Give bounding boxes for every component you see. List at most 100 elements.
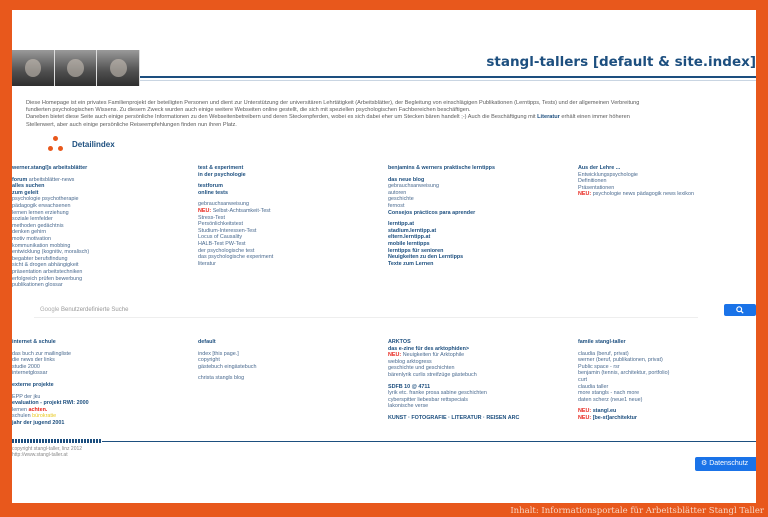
search-input[interactable]: Google Benutzerdefinierte Suche bbox=[34, 302, 698, 318]
list-item[interactable]: SDFB 10 @ 4711 bbox=[388, 384, 568, 391]
list-item[interactable]: pädagogik erwachsenen bbox=[12, 203, 162, 210]
web-page: stangl-tallers [default & site.index] Di… bbox=[12, 10, 756, 503]
new-badge: NEU: bbox=[388, 352, 402, 359]
list-item[interactable]: copyright bbox=[198, 357, 358, 364]
list-item[interactable]: Texte zum Lernen bbox=[388, 261, 568, 268]
list-item[interactable]: bärenlyrik curlis streifzüge gästebuch bbox=[388, 372, 568, 379]
title-rule-thin bbox=[140, 80, 756, 81]
list-item[interactable]: benjamin (tennis, architektur, portfolio… bbox=[578, 370, 756, 377]
list-item[interactable]: mobile lerntipps bbox=[388, 241, 568, 248]
list-item[interactable]: Locus of Causality bbox=[198, 234, 358, 241]
site-title: stangl-tallers [default & site.index] bbox=[486, 54, 756, 70]
list-item[interactable]: erfolgreich prüfen bewerbung bbox=[12, 276, 162, 283]
testforum-link[interactable]: testforum bbox=[198, 183, 358, 190]
list-item[interactable]: Präsentationen bbox=[578, 185, 756, 192]
list-item[interactable]: lyrik etc. franke prosa sabine geschicht… bbox=[388, 390, 568, 397]
column-heading[interactable]: werner.stangl]s arbeitsblätter bbox=[12, 165, 162, 172]
list-item[interactable]: präsentation arbeitstechniken bbox=[12, 269, 162, 276]
list-item[interactable]: Public space - rsr bbox=[578, 364, 756, 371]
list-item[interactable]: werner (beruf, publikationen, privat) bbox=[578, 357, 756, 364]
list-item[interactable]: sicht & drogen abhängigkeit bbox=[12, 262, 162, 269]
list-item[interactable]: EPP der jku bbox=[12, 394, 162, 401]
literatur-link[interactable]: Literatur bbox=[537, 114, 560, 120]
list-item[interactable]: Selbst-Achtsamkeit-Test bbox=[213, 208, 271, 214]
list-item[interactable]: eltern.lerntipp.at bbox=[388, 234, 568, 241]
list-item[interactable]: Neuigkeiten zu den Lerntipps bbox=[388, 254, 568, 261]
list-item[interactable]: curt bbox=[578, 377, 756, 384]
list-item[interactable]: gebrauchsanweisung bbox=[198, 201, 358, 208]
column-internet-schule: internet & schule das buch zur mailingli… bbox=[12, 339, 162, 427]
list-item[interactable]: claudia (beruf, privat) bbox=[578, 351, 756, 358]
arts-links[interactable]: KUNST · FOTOGRAFIE · LITERATUR · REISEN … bbox=[388, 415, 568, 422]
list-item[interactable]: autoren bbox=[388, 190, 568, 197]
list-item[interactable]: more stangls - nach more bbox=[578, 390, 756, 397]
column-heading[interactable]: ARKTOS bbox=[388, 339, 568, 346]
list-item[interactable]: das psychologische experiment bbox=[198, 254, 358, 261]
custom-search: Google Benutzerdefinierte Suche bbox=[34, 302, 756, 318]
list-item[interactable]: das buch zur mailingliste bbox=[12, 351, 162, 358]
list-item[interactable]: psychologie psychotherapie bbox=[12, 196, 162, 203]
list-item[interactable]: cyberspitter liebesbar rettspecials bbox=[388, 397, 568, 404]
header-portrait-photo bbox=[12, 50, 141, 86]
list-item[interactable]: jahr der jugend 2001 bbox=[12, 420, 162, 427]
list-item[interactable]: evaluation - projekt RWI: 2000 bbox=[12, 400, 162, 407]
list-item[interactable]: denken gehirn bbox=[12, 229, 162, 236]
list-item[interactable]: daten scherz (neue1 neue) bbox=[578, 397, 756, 404]
list-item[interactable]: motiv motivation bbox=[12, 236, 162, 243]
search-button[interactable] bbox=[724, 304, 756, 316]
column-arktos: ARKTOS das e-zine für des arktophiden> N… bbox=[388, 339, 568, 422]
list-item[interactable]: christa stangls blog bbox=[198, 375, 358, 382]
list-item[interactable]: soziale lernfelder bbox=[12, 216, 162, 223]
new-badge: NEU: bbox=[578, 408, 592, 415]
list-item[interactable]: lerntipp.at bbox=[388, 221, 568, 228]
list-item[interactable]: die news der links bbox=[12, 357, 162, 364]
network-icon bbox=[48, 136, 64, 152]
list-item[interactable]: Studium-Interessen-Test bbox=[198, 228, 358, 235]
list-item[interactable]: publikationen glossar bbox=[12, 282, 162, 289]
list-item[interactable]: Entwicklungspsychologie bbox=[578, 172, 756, 179]
list-item[interactable]: begabter berufsfindung bbox=[12, 256, 162, 263]
list-item[interactable]: Neuigkeiten für Arktophile bbox=[403, 352, 464, 358]
detailindex-header: Detailindex bbox=[48, 136, 115, 152]
list-item[interactable]: lakonische verse bbox=[388, 403, 568, 410]
google-brand: Google bbox=[40, 307, 60, 313]
column-arbeitsblaetter: werner.stangl]s arbeitsblätter forum arb… bbox=[12, 165, 162, 289]
online-tests-link[interactable]: online tests bbox=[198, 190, 358, 197]
list-item[interactable]: geschichte und geschichten bbox=[388, 365, 568, 372]
consejos-link[interactable]: Consejos prácticos para aprender bbox=[388, 210, 568, 217]
list-item[interactable]: stadium.lerntipp.at bbox=[388, 228, 568, 235]
list-item[interactable]: literatur bbox=[198, 261, 358, 268]
list-item[interactable]: methoden gedächtnis bbox=[12, 223, 162, 230]
list-item[interactable]: index [this page.] bbox=[198, 351, 358, 358]
list-item[interactable]: gebrauchsanweisung bbox=[388, 183, 568, 190]
column-heading[interactable]: benjamins & werners praktische lerntipps bbox=[388, 165, 568, 172]
list-item[interactable]: weblog arktogress bbox=[388, 359, 568, 366]
list-item[interactable]: [be-st]architektur bbox=[593, 415, 637, 421]
list-item[interactable]: entwicklung (kognitiv, moralisch) bbox=[12, 249, 162, 256]
privacy-button[interactable]: ⚙ Datenschutz bbox=[695, 457, 756, 471]
list-item[interactable]: fernost bbox=[388, 203, 568, 210]
footer-rule-line bbox=[102, 441, 756, 442]
list-item[interactable]: stangl.eu bbox=[593, 408, 617, 414]
list-item[interactable]: studie 2000 bbox=[12, 364, 162, 371]
list-item[interactable]: geschichte bbox=[388, 196, 568, 203]
list-item[interactable]: lerntipps für senioren bbox=[388, 248, 568, 255]
list-item[interactable]: internetglossar bbox=[12, 370, 162, 377]
blog-link[interactable]: das neue blog bbox=[388, 177, 568, 184]
list-item[interactable]: kommunikation mobbing bbox=[12, 243, 162, 250]
list-item[interactable]: der psychologische test bbox=[198, 248, 358, 255]
list-item[interactable]: claudia taller bbox=[578, 384, 756, 391]
forum-link[interactable]: forum bbox=[12, 177, 27, 183]
list-item[interactable]: lernen lernen erziehung bbox=[12, 210, 162, 217]
list-item[interactable]: Stress-Test bbox=[198, 215, 358, 222]
geleit-link[interactable]: zum geleit bbox=[12, 190, 162, 197]
search-all-link[interactable]: alles suchen bbox=[12, 183, 162, 190]
column-heading[interactable]: internet & schule bbox=[12, 339, 162, 346]
list-item[interactable]: HALB-Test PW-Test bbox=[198, 241, 358, 248]
column-heading: famile stangl-taller bbox=[578, 339, 626, 345]
column-default: default index [this page.] copyright gäs… bbox=[198, 339, 358, 382]
list-item[interactable]: Definitionen bbox=[578, 178, 756, 185]
list-item[interactable]: gästebuch eingästebuch bbox=[198, 364, 358, 371]
list-item[interactable]: Persönlichkeitstest bbox=[198, 221, 358, 228]
list-item[interactable]: psychologie news pädagogik news lexikon bbox=[593, 191, 694, 197]
